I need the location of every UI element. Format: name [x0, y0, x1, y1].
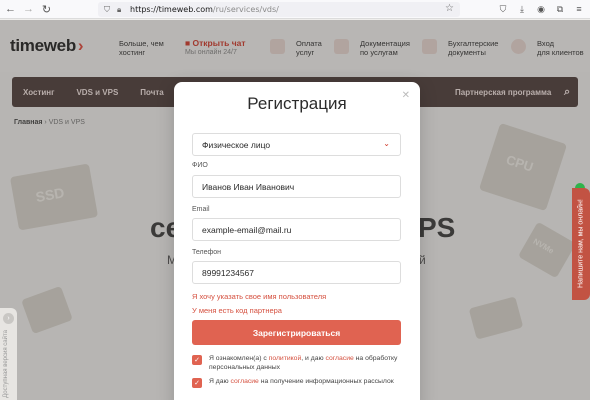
fio-label: ФИО — [192, 162, 208, 169]
menu-icon[interactable]: ≡ — [572, 2, 586, 16]
chevron-down-icon: ⌄ — [383, 139, 390, 148]
phone-field[interactable]: 89991234567 — [192, 261, 401, 284]
consent-newsletter-checkbox[interactable]: ✓ — [192, 378, 202, 388]
policy-link[interactable]: политикой — [269, 355, 302, 362]
consent-link-2[interactable]: согласие — [231, 378, 259, 385]
accessibility-tab[interactable]: › Доступная версия сайта — [0, 308, 17, 400]
url-path: /ru/services/vds/ — [212, 5, 279, 14]
consent-link-1[interactable]: согласие — [325, 355, 353, 362]
shield-icon: ⛉ — [104, 4, 110, 14]
url-host: https://timeweb.com — [130, 5, 213, 14]
back-icon[interactable]: ← — [3, 2, 18, 17]
account-icon[interactable]: ◉ — [534, 2, 548, 16]
email-field[interactable]: example-email@mail.ru — [192, 218, 401, 241]
download-icon[interactable]: ⤓ — [515, 2, 529, 16]
extensions-icon[interactable]: ⧉ — [553, 2, 567, 16]
entity-type-value: Физическое лицо — [202, 139, 271, 150]
consent-personal-data: ✓ Я ознакомлен(а) с политикой, и даю сог… — [192, 354, 407, 372]
email-label: Email — [192, 206, 210, 213]
register-button[interactable]: Зарегистрироваться — [192, 320, 401, 345]
bookmark-star-icon[interactable]: ☆ — [445, 3, 454, 14]
modal-title: Регистрация — [247, 94, 347, 113]
address-bar[interactable]: ⛉ 🔒︎ https://timeweb.com/ru/services/vds… — [98, 2, 460, 17]
entity-type-select[interactable]: Физическое лицо ⌄ — [192, 133, 401, 156]
accessibility-icon: › — [3, 313, 14, 324]
lock-icon: 🔒︎ — [117, 4, 122, 14]
partner-code-link[interactable]: У меня есть код партнера — [192, 306, 282, 315]
chat-side-tab[interactable]: Напишите нам, мы онлайн! — [572, 188, 590, 300]
reload-icon[interactable]: ↻ — [39, 2, 54, 17]
phone-label: Телефон — [192, 249, 222, 256]
consent-newsletter: ✓ Я даю согласие на получение информацио… — [192, 377, 407, 388]
registration-modal: ✕ Регистрация Физическое лицо ⌄ ФИО Иван… — [174, 82, 420, 400]
fio-field[interactable]: Иванов Иван Иванович — [192, 175, 401, 198]
consent-personal-checkbox[interactable]: ✓ — [192, 355, 202, 365]
pocket-icon[interactable]: ⛉ — [496, 2, 510, 16]
custom-username-link[interactable]: Я хочу указать свое имя пользователя — [192, 292, 326, 301]
forward-icon[interactable]: → — [21, 2, 36, 17]
browser-toolbar: ← → ↻ ⛉ 🔒︎ https://timeweb.com/ru/servic… — [0, 0, 590, 19]
